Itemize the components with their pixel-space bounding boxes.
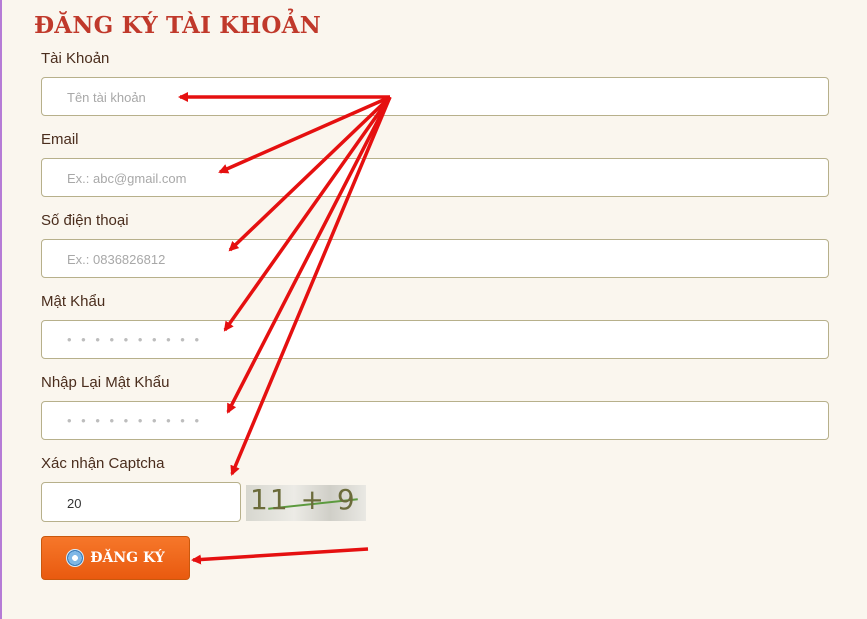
arrow-to-password <box>223 95 392 332</box>
password-input[interactable]: • • • • • • • • • • <box>41 320 829 359</box>
phone-input[interactable]: Ex.: 0836826812 <box>41 239 829 278</box>
phone-label: Số điện thoại <box>41 212 129 229</box>
password-label: Mật Khẩu <box>41 293 106 310</box>
username-label: Tài Khoản <box>41 50 110 67</box>
captcha-label: Xác nhận Captcha <box>41 455 165 472</box>
email-label: Email <box>41 131 79 148</box>
email-placeholder: Ex.: abc@gmail.com <box>67 171 187 186</box>
confirm-password-label: Nhập Lại Mật Khẩu <box>41 374 170 391</box>
captcha-value: 20 <box>67 496 82 511</box>
register-icon <box>66 549 85 567</box>
captcha-image: 11 + 9 = <box>246 485 366 521</box>
phone-placeholder: Ex.: 0836826812 <box>67 252 166 267</box>
username-input[interactable]: Tên tài khoản <box>41 77 829 116</box>
username-placeholder: Tên tài khoản <box>67 90 146 105</box>
register-button[interactable]: ĐĂNG KÝ <box>41 536 190 580</box>
arrow-to-register <box>191 547 369 565</box>
register-button-label: ĐĂNG KÝ <box>90 550 165 566</box>
email-input[interactable]: Ex.: abc@gmail.com <box>41 158 829 197</box>
page-title: ĐĂNG KÝ TÀI KHOẢN <box>34 12 321 39</box>
left-border <box>0 0 2 619</box>
captcha-image-text: 11 + 9 = <box>250 485 366 516</box>
captcha-input[interactable]: 20 <box>41 482 241 522</box>
password-placeholder: • • • • • • • • • • <box>67 332 203 347</box>
confirm-password-input[interactable]: • • • • • • • • • • <box>41 401 829 440</box>
confirm-password-placeholder: • • • • • • • • • • <box>67 413 203 428</box>
